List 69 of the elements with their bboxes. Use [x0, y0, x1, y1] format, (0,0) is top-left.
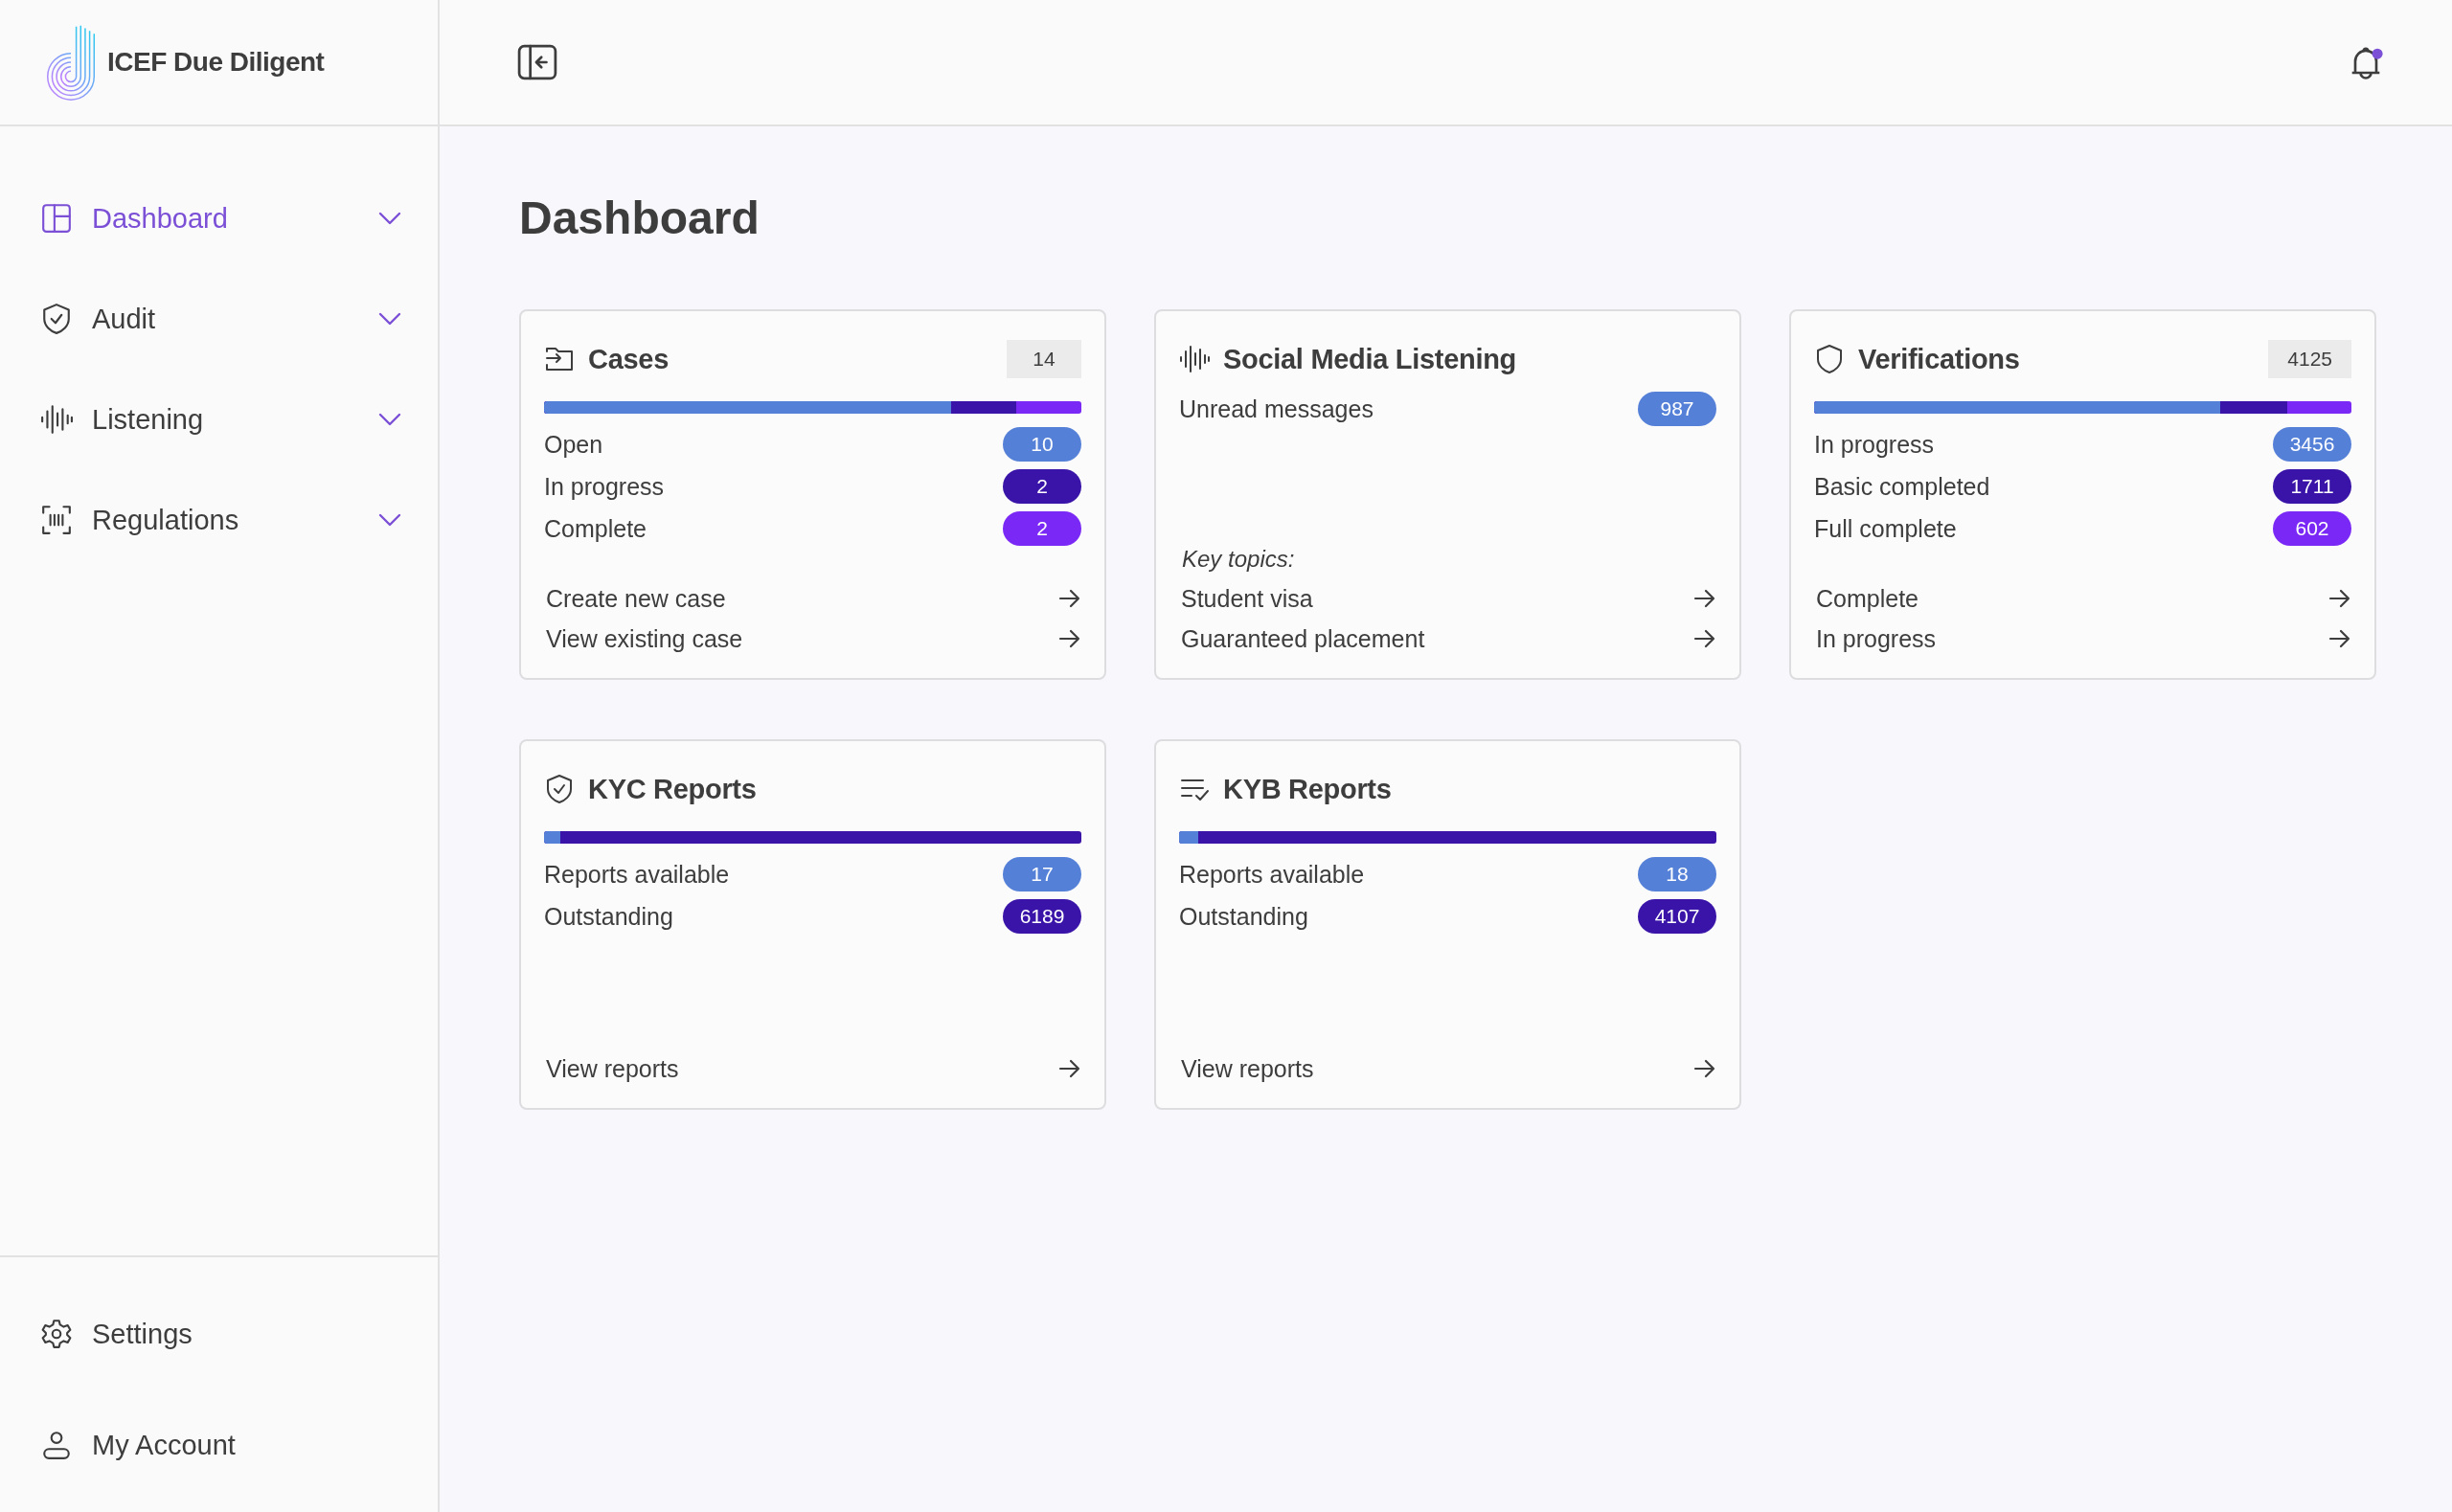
- sidebar-item[interactable]: Settings: [0, 1305, 438, 1363]
- count-badge: 4107: [1638, 899, 1716, 934]
- count-badge: 2: [1003, 469, 1081, 504]
- count-badge: 602: [2273, 511, 2351, 546]
- sidebar-item[interactable]: Dashboard: [0, 190, 438, 247]
- card-title: Verifications: [1858, 343, 2021, 375]
- arrow-right-icon: [1693, 588, 1716, 609]
- card-link[interactable]: Student visa: [1179, 582, 1716, 615]
- count-badge: 3456: [2273, 427, 2351, 462]
- app-name: ICEF Due Diligent: [107, 47, 325, 78]
- count-badge: 1711: [2273, 469, 2351, 504]
- page-title: Dashboard: [519, 192, 761, 244]
- shield-icon: [1814, 344, 1845, 374]
- stat-label: Complete: [544, 514, 647, 543]
- stat-label: Full complete: [1814, 514, 1957, 543]
- arrow-right-icon: [1693, 1058, 1716, 1079]
- chevron-down-icon: [378, 513, 401, 527]
- stat-label: In progress: [1814, 430, 1935, 459]
- card-link[interactable]: Complete: [1814, 582, 2351, 615]
- person-icon: [40, 1429, 73, 1461]
- card-link[interactable]: View reports: [544, 1052, 1081, 1085]
- stat-label: Unread messages: [1179, 395, 1374, 423]
- sidebar-item[interactable]: Audit: [0, 290, 438, 348]
- card-title: KYC Reports: [588, 773, 758, 805]
- total-count: 14: [1007, 340, 1081, 378]
- stat-label: Outstanding: [544, 902, 673, 931]
- shield-check-icon: [544, 774, 575, 804]
- arrow-right-icon: [1058, 1058, 1081, 1079]
- scan-icon: [40, 504, 73, 536]
- card-link[interactable]: Guaranteed placement: [1179, 622, 1716, 655]
- chevron-down-icon: [378, 312, 401, 326]
- chevron-down-icon: [378, 413, 401, 426]
- key-topics-label: Key topics:: [1182, 546, 1296, 573]
- card-title: Cases: [588, 343, 670, 375]
- sidebar-item[interactable]: My Account: [0, 1416, 438, 1474]
- stat-label: Reports available: [1179, 860, 1365, 889]
- layout-icon: [40, 202, 73, 235]
- stat-label: In progress: [544, 472, 665, 501]
- chevron-down-icon: [378, 212, 401, 225]
- card-title: Social Media Listening: [1223, 343, 1517, 375]
- count-badge: 2: [1003, 511, 1081, 546]
- arrow-right-icon: [1693, 628, 1716, 649]
- total-count: 4125: [2268, 340, 2351, 378]
- arrow-right-icon: [1058, 588, 1081, 609]
- arrow-right-icon: [2328, 588, 2351, 609]
- arrow-right-icon: [1058, 628, 1081, 649]
- sidebar-item[interactable]: Regulations: [0, 491, 438, 549]
- stat-label: Open: [544, 430, 603, 459]
- count-badge: 6189: [1003, 899, 1081, 934]
- card-title: KYB Reports: [1223, 773, 1393, 805]
- waveform-icon: [1179, 344, 1210, 374]
- collapse-sidebar-icon[interactable]: [517, 44, 557, 80]
- shield-check-icon: [40, 303, 73, 335]
- count-badge: 10: [1003, 427, 1081, 462]
- card-link[interactable]: In progress: [1814, 622, 2351, 655]
- count-badge: 18: [1638, 857, 1716, 891]
- arrow-right-icon: [2328, 628, 2351, 649]
- settings-icon: [40, 1318, 73, 1350]
- stat-label: Outstanding: [1179, 902, 1308, 931]
- count-badge: 987: [1638, 392, 1716, 426]
- card-link[interactable]: Create new case: [544, 582, 1081, 615]
- card-link[interactable]: View reports: [1179, 1052, 1716, 1085]
- card-link[interactable]: View existing case: [544, 622, 1081, 655]
- sidebar-item[interactable]: Listening: [0, 391, 438, 448]
- stat-label: Basic completed: [1814, 472, 1990, 501]
- waveform-icon: [40, 403, 73, 436]
- logo-icon: [44, 24, 98, 101]
- stat-label: Reports available: [544, 860, 730, 889]
- count-badge: 17: [1003, 857, 1081, 891]
